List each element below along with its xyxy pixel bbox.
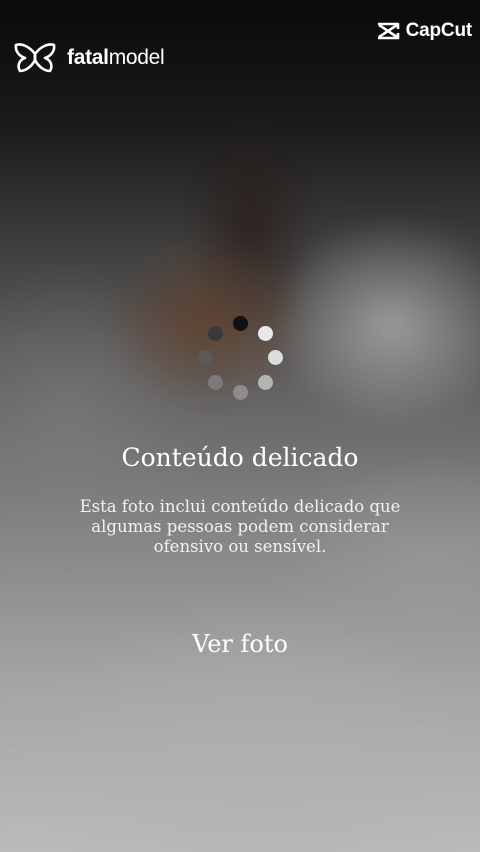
capcut-logo-icon [377, 22, 399, 40]
view-photo-button[interactable]: Ver foto [160, 622, 320, 666]
spinner-dot [257, 375, 273, 390]
photo-overlay [0, 0, 480, 852]
loading-spinner-icon [197, 316, 283, 400]
notice-title: Conteúdo delicado [121, 443, 359, 472]
brand-name-regular: model [108, 46, 165, 69]
spinner-dot [267, 350, 283, 365]
spinner-dot [207, 375, 223, 390]
spinner-dot [197, 350, 213, 365]
spinner-dot [257, 326, 273, 341]
capcut-watermark: CapCut [376, 20, 472, 42]
butterfly-logo-icon [14, 43, 56, 73]
brand-name-bold: fatal [67, 46, 109, 69]
spinner-dot [232, 385, 248, 400]
spinner-dot [207, 326, 223, 341]
brand-logo: fatalmodel [13, 42, 165, 74]
spinner-dot [232, 316, 248, 331]
notice-description: Esta foto inclui conteúdo delicado que a… [79, 497, 401, 556]
watermark-name: CapCut [405, 20, 473, 41]
sensitive-content-screen: fatalmodel CapCut Conteúdo delicado Esta… [0, 0, 480, 852]
brand-name: fatalmodel [67, 46, 165, 70]
